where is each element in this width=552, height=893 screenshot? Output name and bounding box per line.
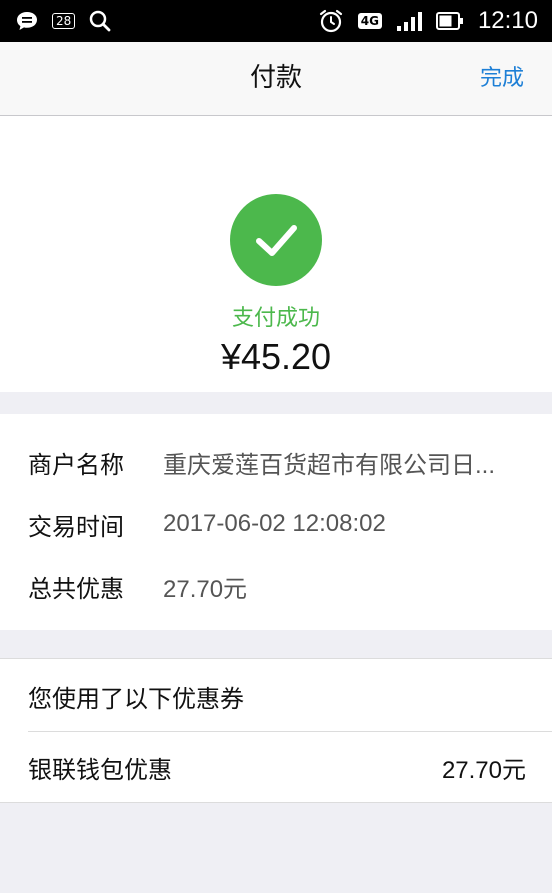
message-icon [16, 11, 38, 31]
coupon-row: 银联钱包优惠 27.70元 [28, 747, 526, 787]
status-bar-left: 28 [16, 10, 111, 32]
coupon-name: 银联钱包优惠 [28, 755, 172, 784]
detail-value: 2017-06-02 12:08:02 [163, 510, 386, 537]
status-bar: 28 4G 12:10 [0, 0, 552, 42]
divider [28, 731, 552, 732]
clock-time: 12:10 [477, 7, 538, 34]
battery-icon [435, 12, 464, 30]
transaction-details-card: 商户名称 重庆爱莲百货超市有限公司日... 交易时间 2017-06-02 12… [0, 414, 552, 630]
detail-value: 27.70元 [163, 575, 248, 603]
status-bar-right: 4G 12:10 [318, 7, 538, 35]
search-icon [89, 10, 111, 32]
signal-icon [396, 10, 422, 32]
detail-row-time: 交易时间 2017-06-02 12:08:02 [28, 504, 528, 544]
calendar-icon: 28 [52, 13, 76, 29]
detail-label: 商户名称 [28, 450, 124, 479]
detail-label: 总共优惠 [28, 574, 124, 603]
payment-amount: ¥45.20 [220, 336, 332, 377]
nav-bar: 付款 完成 [0, 42, 552, 116]
network-type-label: 4G [357, 13, 382, 29]
alarm-icon [318, 8, 344, 34]
detail-row-merchant: 商户名称 重庆爱莲百货超市有限公司日... [28, 442, 528, 482]
payment-status-text: 支付成功 [231, 306, 320, 331]
coupons-title: 您使用了以下优惠券 [28, 685, 244, 713]
detail-label: 交易时间 [28, 512, 124, 541]
done-button[interactable]: 完成 [480, 42, 524, 115]
detail-row-discount: 总共优惠 27.70元 [28, 566, 528, 606]
coupons-card: 您使用了以下优惠券 银联钱包优惠 27.70元 [0, 658, 552, 803]
coupon-amount: 27.70元 [441, 756, 526, 784]
success-check-icon [230, 194, 322, 286]
page-title: 付款 [249, 63, 302, 93]
detail-value: 重庆爱莲百货超市有限公司日... [163, 451, 496, 479]
payment-success-card: 支付成功 ¥45.20 [0, 116, 552, 392]
